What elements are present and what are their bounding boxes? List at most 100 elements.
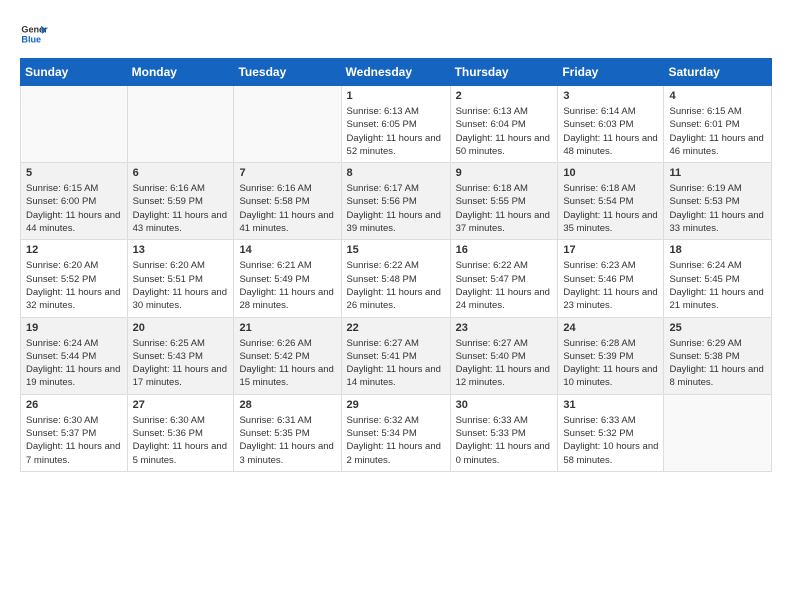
- calendar-cell: 14Sunrise: 6:21 AMSunset: 5:49 PMDayligh…: [234, 240, 341, 317]
- day-number: 11: [669, 167, 766, 179]
- day-info: Sunrise: 6:32 AMSunset: 5:34 PMDaylight:…: [347, 414, 445, 467]
- calendar-table: SundayMondayTuesdayWednesdayThursdayFrid…: [20, 58, 772, 472]
- calendar-cell: [234, 86, 341, 163]
- day-number: 9: [456, 167, 553, 179]
- day-info: Sunrise: 6:22 AMSunset: 5:48 PMDaylight:…: [347, 259, 445, 312]
- day-number: 20: [133, 322, 229, 334]
- calendar-cell: 19Sunrise: 6:24 AMSunset: 5:44 PMDayligh…: [21, 317, 128, 394]
- day-info: Sunrise: 6:15 AMSunset: 6:00 PMDaylight:…: [26, 182, 122, 235]
- day-number: 25: [669, 322, 766, 334]
- week-row-3: 12 Sunrise: 6:20 AMSunset: 5:52 PMDayligh…: [21, 240, 772, 317]
- day-info: Sunrise: 6:15 AMSunset: 6:01 PMDaylight:…: [669, 105, 766, 158]
- day-number: 15: [347, 244, 445, 256]
- weekday-header-row: SundayMondayTuesdayWednesdayThursdayFrid…: [21, 59, 772, 86]
- day-info: Sunrise: 6:18 AMSunset: 5:55 PMDaylight:…: [456, 182, 553, 235]
- day-number: 24: [563, 322, 658, 334]
- calendar-cell: 24 Sunrise: 6:28 AMSunset: 5:39 PMDayligh…: [558, 317, 664, 394]
- logo: General Blue: [20, 20, 52, 48]
- day-info: Sunrise: 6:16 AMSunset: 5:58 PMDaylight:…: [239, 182, 335, 235]
- day-info: Sunrise: 6:22 AMSunset: 5:47 PMDaylight:…: [456, 259, 553, 312]
- day-info: Sunrise: 6:28 AMSunset: 5:39 PMDaylight:…: [563, 337, 658, 390]
- week-row-5: 26 Sunrise: 6:30 AMSunset: 5:37 PMDayligh…: [21, 394, 772, 471]
- day-info: Sunrise: 6:18 AMSunset: 5:54 PMDaylight:…: [563, 182, 658, 235]
- day-info: Sunrise: 6:27 AMSunset: 5:41 PMDaylight:…: [347, 337, 445, 390]
- calendar-cell: 15 Sunrise: 6:22 AMSunset: 5:48 PMDayligh…: [341, 240, 450, 317]
- calendar-cell: 9 Sunrise: 6:18 AMSunset: 5:55 PMDaylight…: [450, 163, 558, 240]
- weekday-header-friday: Friday: [558, 59, 664, 86]
- calendar-cell: 30Sunrise: 6:33 AMSunset: 5:33 PMDayligh…: [450, 394, 558, 471]
- calendar-cell: 11 Sunrise: 6:19 AMSunset: 5:53 PMDayligh…: [664, 163, 772, 240]
- calendar-cell: 29 Sunrise: 6:32 AMSunset: 5:34 PMDayligh…: [341, 394, 450, 471]
- calendar-cell: 10 Sunrise: 6:18 AMSunset: 5:54 PMDayligh…: [558, 163, 664, 240]
- day-number: 1: [347, 90, 445, 102]
- weekday-header-saturday: Saturday: [664, 59, 772, 86]
- calendar-cell: 16 Sunrise: 6:22 AMSunset: 5:47 PMDayligh…: [450, 240, 558, 317]
- day-info: Sunrise: 6:16 AMSunset: 5:59 PMDaylight:…: [133, 182, 229, 235]
- day-info: Sunrise: 6:29 AMSunset: 5:38 PMDaylight:…: [669, 337, 766, 390]
- day-info: Sunrise: 6:33 AMSunset: 5:32 PMDaylight:…: [563, 414, 658, 467]
- calendar-cell: 12 Sunrise: 6:20 AMSunset: 5:52 PMDayligh…: [21, 240, 128, 317]
- day-info: Sunrise: 6:26 AMSunset: 5:42 PMDaylight:…: [239, 337, 335, 390]
- calendar-cell: [21, 86, 128, 163]
- calendar-cell: 31 Sunrise: 6:33 AMSunset: 5:32 PMDayligh…: [558, 394, 664, 471]
- day-number: 27: [133, 399, 229, 411]
- day-info: Sunrise: 6:13 AMSunset: 6:04 PMDaylight:…: [456, 105, 553, 158]
- day-number: 14: [239, 244, 335, 256]
- calendar-cell: 5Sunrise: 6:15 AMSunset: 6:00 PMDaylight…: [21, 163, 128, 240]
- day-info: Sunrise: 6:13 AMSunset: 6:05 PMDaylight:…: [347, 105, 445, 158]
- day-number: 2: [456, 90, 553, 102]
- calendar-cell: 22 Sunrise: 6:27 AMSunset: 5:41 PMDayligh…: [341, 317, 450, 394]
- week-row-2: 5Sunrise: 6:15 AMSunset: 6:00 PMDaylight…: [21, 163, 772, 240]
- calendar-cell: 3 Sunrise: 6:14 AMSunset: 6:03 PMDaylight…: [558, 86, 664, 163]
- day-number: 26: [26, 399, 122, 411]
- week-row-4: 19Sunrise: 6:24 AMSunset: 5:44 PMDayligh…: [21, 317, 772, 394]
- day-info: Sunrise: 6:30 AMSunset: 5:37 PMDaylight:…: [26, 414, 122, 467]
- day-number: 31: [563, 399, 658, 411]
- day-number: 12: [26, 244, 122, 256]
- day-info: Sunrise: 6:23 AMSunset: 5:46 PMDaylight:…: [563, 259, 658, 312]
- day-number: 17: [563, 244, 658, 256]
- day-number: 29: [347, 399, 445, 411]
- day-number: 13: [133, 244, 229, 256]
- day-number: 10: [563, 167, 658, 179]
- day-info: Sunrise: 6:20 AMSunset: 5:52 PMDaylight:…: [26, 259, 122, 312]
- day-number: 22: [347, 322, 445, 334]
- day-info: Sunrise: 6:31 AMSunset: 5:35 PMDaylight:…: [239, 414, 335, 467]
- calendar-cell: 13Sunrise: 6:20 AMSunset: 5:51 PMDayligh…: [127, 240, 234, 317]
- day-info: Sunrise: 6:30 AMSunset: 5:36 PMDaylight:…: [133, 414, 229, 467]
- day-number: 4: [669, 90, 766, 102]
- calendar-cell: 1 Sunrise: 6:13 AMSunset: 6:05 PMDaylight…: [341, 86, 450, 163]
- week-row-1: 1 Sunrise: 6:13 AMSunset: 6:05 PMDaylight…: [21, 86, 772, 163]
- day-number: 16: [456, 244, 553, 256]
- day-info: Sunrise: 6:14 AMSunset: 6:03 PMDaylight:…: [563, 105, 658, 158]
- calendar-cell: 25 Sunrise: 6:29 AMSunset: 5:38 PMDayligh…: [664, 317, 772, 394]
- day-info: Sunrise: 6:24 AMSunset: 5:45 PMDaylight:…: [669, 259, 766, 312]
- weekday-header-wednesday: Wednesday: [341, 59, 450, 86]
- weekday-header-monday: Monday: [127, 59, 234, 86]
- day-number: 28: [239, 399, 335, 411]
- day-number: 3: [563, 90, 658, 102]
- logo-icon: General Blue: [20, 20, 48, 48]
- day-info: Sunrise: 6:19 AMSunset: 5:53 PMDaylight:…: [669, 182, 766, 235]
- calendar-cell: 4 Sunrise: 6:15 AMSunset: 6:01 PMDaylight…: [664, 86, 772, 163]
- calendar-cell: 8 Sunrise: 6:17 AMSunset: 5:56 PMDaylight…: [341, 163, 450, 240]
- weekday-header-thursday: Thursday: [450, 59, 558, 86]
- day-info: Sunrise: 6:17 AMSunset: 5:56 PMDaylight:…: [347, 182, 445, 235]
- calendar-cell: 7 Sunrise: 6:16 AMSunset: 5:58 PMDaylight…: [234, 163, 341, 240]
- calendar-cell: [664, 394, 772, 471]
- day-number: 8: [347, 167, 445, 179]
- day-number: 7: [239, 167, 335, 179]
- calendar-cell: 2 Sunrise: 6:13 AMSunset: 6:04 PMDaylight…: [450, 86, 558, 163]
- calendar-cell: 6Sunrise: 6:16 AMSunset: 5:59 PMDaylight…: [127, 163, 234, 240]
- page-header: General Blue: [20, 20, 772, 48]
- day-number: 19: [26, 322, 122, 334]
- weekday-header-tuesday: Tuesday: [234, 59, 341, 86]
- weekday-header-sunday: Sunday: [21, 59, 128, 86]
- calendar-cell: 23Sunrise: 6:27 AMSunset: 5:40 PMDayligh…: [450, 317, 558, 394]
- day-number: 18: [669, 244, 766, 256]
- calendar-cell: 17 Sunrise: 6:23 AMSunset: 5:46 PMDayligh…: [558, 240, 664, 317]
- calendar-cell: 21Sunrise: 6:26 AMSunset: 5:42 PMDayligh…: [234, 317, 341, 394]
- calendar-cell: 27 Sunrise: 6:30 AMSunset: 5:36 PMDayligh…: [127, 394, 234, 471]
- day-number: 30: [456, 399, 553, 411]
- calendar-cell: 28 Sunrise: 6:31 AMSunset: 5:35 PMDayligh…: [234, 394, 341, 471]
